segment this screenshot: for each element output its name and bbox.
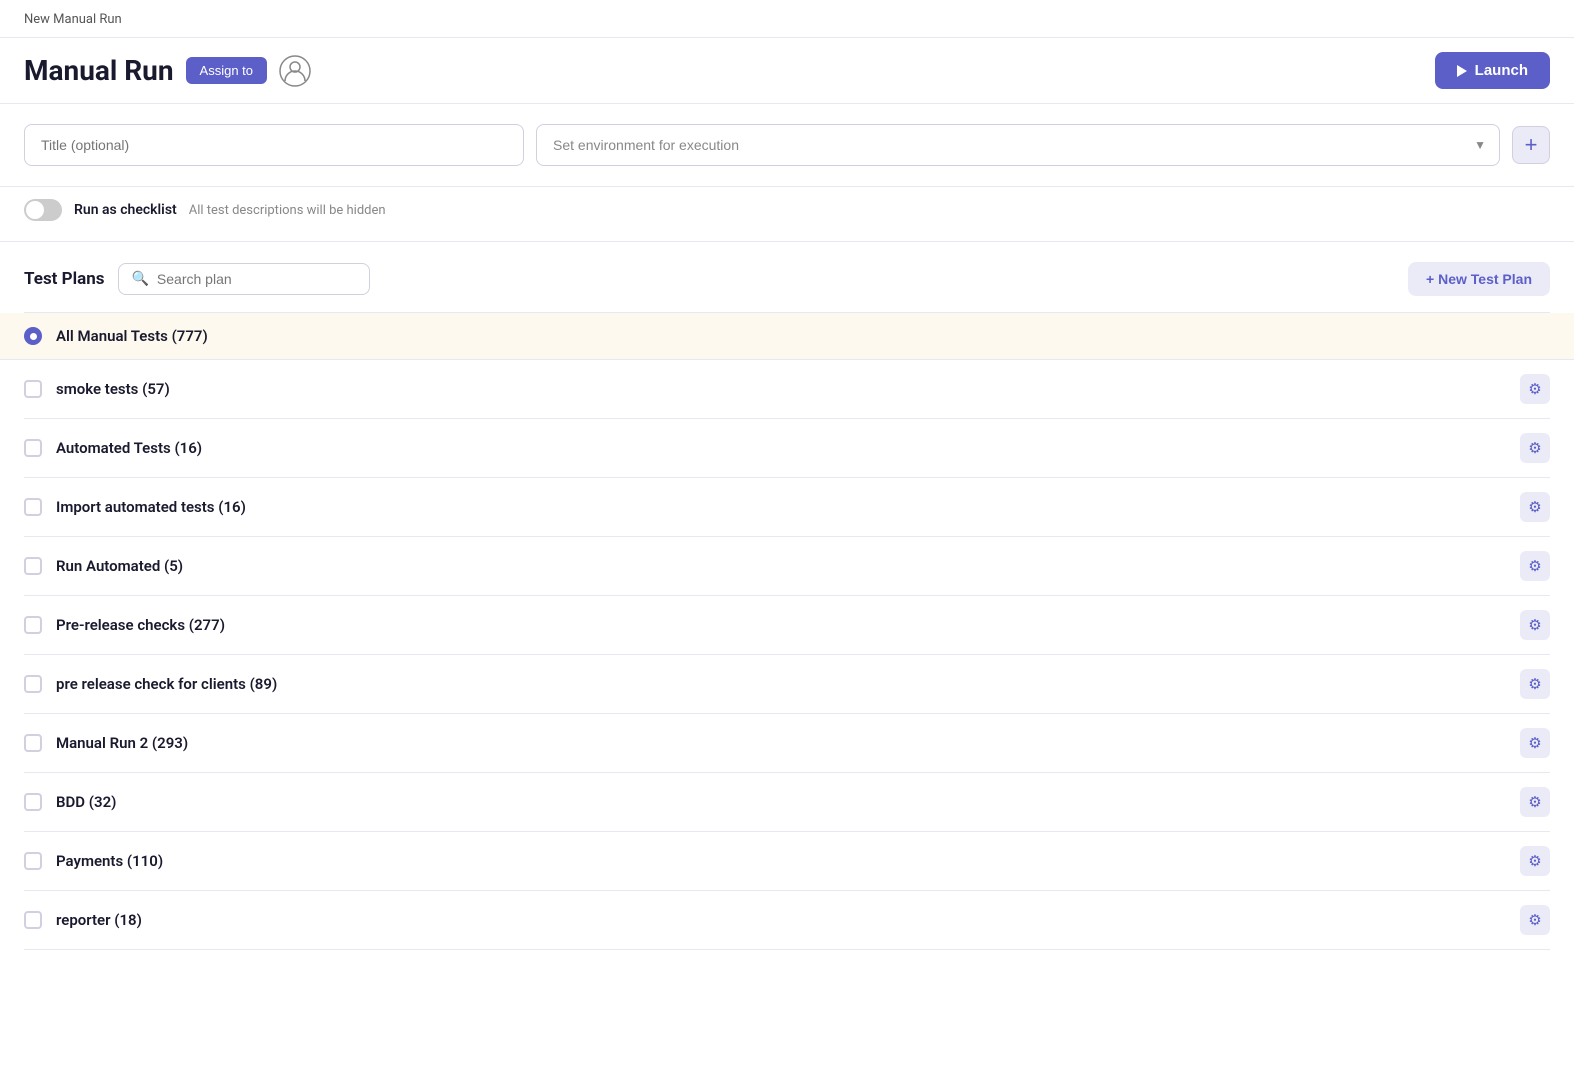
plan-item[interactable]: pre release check for clients (89) ⚙ <box>24 655 1550 714</box>
plan-name: Manual Run 2 (293) <box>56 734 1506 752</box>
plan-settings-button[interactable]: ⚙ <box>1520 433 1550 463</box>
page-title: Manual Run <box>24 54 174 87</box>
plan-checkbox[interactable] <box>24 911 42 929</box>
plan-item[interactable]: Run Automated (5) ⚙ <box>24 537 1550 596</box>
plan-settings-button[interactable]: ⚙ <box>1520 728 1550 758</box>
plans-section: Test Plans 🔍 + New Test Plan All Manual … <box>0 242 1574 950</box>
header-left: Manual Run Assign to <box>24 54 311 87</box>
plan-item[interactable]: Payments (110) ⚙ <box>24 832 1550 891</box>
plan-name: reporter (18) <box>56 911 1506 929</box>
plan-item[interactable]: reporter (18) ⚙ <box>24 891 1550 950</box>
plan-settings-button[interactable]: ⚙ <box>1520 669 1550 699</box>
plan-name: BDD (32) <box>56 793 1506 811</box>
plan-checkbox[interactable] <box>24 616 42 634</box>
plan-item[interactable]: BDD (32) ⚙ <box>24 773 1550 832</box>
plan-name: Automated Tests (16) <box>56 439 1506 457</box>
launch-button[interactable]: Launch <box>1435 52 1550 89</box>
env-select-wrapper: Set environment for execution ▼ <box>536 124 1500 166</box>
plan-settings-button[interactable]: ⚙ <box>1520 492 1550 522</box>
plan-name: All Manual Tests (777) <box>56 327 1550 345</box>
plan-checkbox[interactable] <box>24 675 42 693</box>
plan-settings-button[interactable]: ⚙ <box>1520 551 1550 581</box>
plan-checkbox[interactable] <box>24 852 42 870</box>
checklist-toggle[interactable] <box>24 199 62 221</box>
plan-settings-button[interactable]: ⚙ <box>1520 787 1550 817</box>
plan-settings-button[interactable]: ⚙ <box>1520 905 1550 935</box>
launch-label: Launch <box>1475 62 1528 79</box>
plan-item[interactable]: Manual Run 2 (293) ⚙ <box>24 714 1550 773</box>
header-row: Manual Run Assign to Launch <box>0 38 1574 104</box>
search-box: 🔍 <box>118 263 369 295</box>
form-section: Set environment for execution ▼ + <box>0 104 1574 187</box>
plan-settings-button[interactable]: ⚙ <box>1520 610 1550 640</box>
plan-item[interactable]: Pre-release checks (277) ⚙ <box>24 596 1550 655</box>
env-select[interactable]: Set environment for execution <box>536 124 1500 166</box>
plan-checkbox[interactable] <box>24 380 42 398</box>
search-icon: 🔍 <box>131 271 148 287</box>
plans-header-left: Test Plans 🔍 <box>24 263 370 295</box>
plan-checkbox[interactable] <box>24 557 42 575</box>
plan-settings-button[interactable]: ⚙ <box>1520 846 1550 876</box>
avatar-icon <box>279 55 311 87</box>
plan-settings-button[interactable]: ⚙ <box>1520 374 1550 404</box>
top-bar: New Manual Run <box>0 0 1574 38</box>
plan-checkbox[interactable] <box>24 439 42 457</box>
plan-name: Pre-release checks (277) <box>56 616 1506 634</box>
assign-button[interactable]: Assign to <box>186 57 267 84</box>
plan-item[interactable]: Import automated tests (16) ⚙ <box>24 478 1550 537</box>
plan-item[interactable]: smoke tests (57) ⚙ <box>24 360 1550 419</box>
plan-radio-selected[interactable] <box>24 327 42 345</box>
plan-checkbox[interactable] <box>24 734 42 752</box>
checklist-row: Run as checklist All test descriptions w… <box>0 187 1574 242</box>
plan-name: pre release check for clients (89) <box>56 675 1506 693</box>
plans-header: Test Plans 🔍 + New Test Plan <box>24 262 1550 296</box>
plan-list: All Manual Tests (777)smoke tests (57)⚙A… <box>24 312 1550 950</box>
plan-name: Import automated tests (16) <box>56 498 1506 516</box>
add-env-button[interactable]: + <box>1512 126 1550 164</box>
checklist-label: Run as checklist <box>74 202 177 218</box>
plan-item[interactable]: All Manual Tests (777) <box>0 313 1574 360</box>
plan-name: Payments (110) <box>56 852 1506 870</box>
search-input[interactable] <box>157 271 357 287</box>
title-input[interactable] <box>24 124 524 166</box>
breadcrumb: New Manual Run <box>24 12 1550 27</box>
plan-item[interactable]: Automated Tests (16) ⚙ <box>24 419 1550 478</box>
play-icon <box>1457 65 1467 77</box>
plan-checkbox[interactable] <box>24 793 42 811</box>
plan-checkbox[interactable] <box>24 498 42 516</box>
checklist-description: All test descriptions will be hidden <box>189 203 386 218</box>
plan-name: Run Automated (5) <box>56 557 1506 575</box>
plan-name: smoke tests (57) <box>56 380 1506 398</box>
new-test-plan-button[interactable]: + New Test Plan <box>1408 262 1550 296</box>
plans-title: Test Plans <box>24 269 104 289</box>
